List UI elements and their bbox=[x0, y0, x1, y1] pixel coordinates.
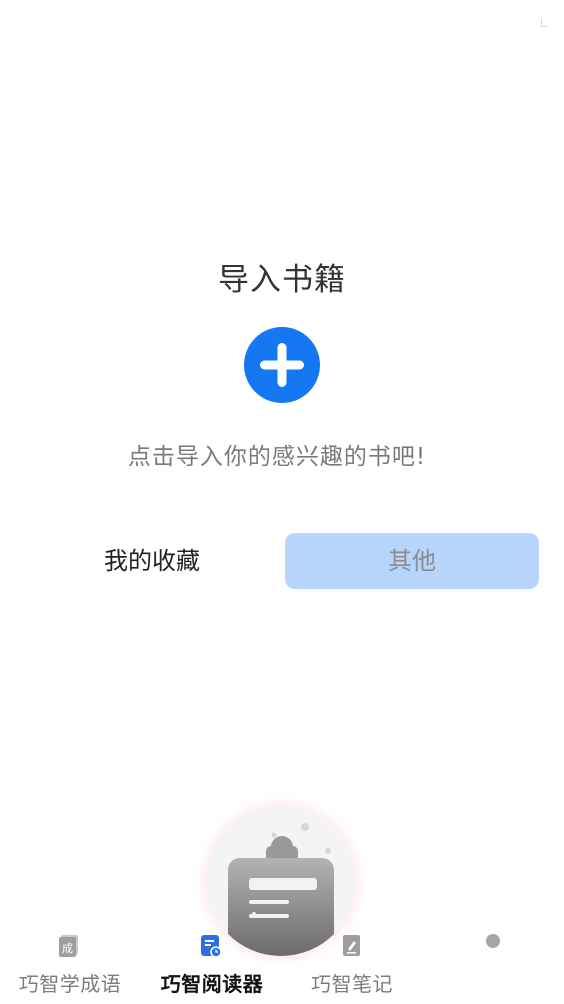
note-pen-icon bbox=[343, 935, 360, 956]
bottom-navigation: 成 巧智学成语 巧智阅读器 巧智笔记 bbox=[0, 928, 564, 1004]
status-indicator bbox=[541, 18, 548, 27]
import-book-button[interactable] bbox=[244, 327, 320, 403]
nav-label-notes: 巧智笔记 bbox=[311, 972, 393, 996]
nav-item-more[interactable] bbox=[432, 928, 552, 1004]
reader-screen: 导入书籍 点击导入你的感兴趣的书吧! 我的收藏 其他 成 巧智学成语 巧智阅读器… bbox=[0, 0, 564, 1004]
nav-label-reader: 巧智阅读器 bbox=[160, 972, 264, 996]
import-hint: 点击导入你的感兴趣的书吧! bbox=[127, 444, 427, 470]
reader-doc-icon bbox=[201, 935, 222, 958]
tab-other[interactable]: 其他 bbox=[285, 533, 539, 589]
import-title: 导入书籍 bbox=[218, 262, 346, 298]
idiom-card-icon: 成 bbox=[59, 935, 78, 957]
svg-text:成: 成 bbox=[62, 942, 73, 955]
dot-icon bbox=[486, 934, 500, 948]
nav-label-idioms: 巧智学成语 bbox=[18, 972, 122, 996]
category-tabs: 我的收藏 其他 bbox=[0, 533, 564, 591]
nav-item-reader[interactable]: 巧智阅读器 bbox=[152, 928, 272, 1004]
plus-icon bbox=[260, 343, 304, 387]
tab-my-favorites[interactable]: 我的收藏 bbox=[66, 533, 238, 589]
nav-item-notes[interactable]: 巧智笔记 bbox=[292, 928, 412, 1004]
nav-item-idioms[interactable]: 成 巧智学成语 bbox=[10, 928, 130, 1004]
